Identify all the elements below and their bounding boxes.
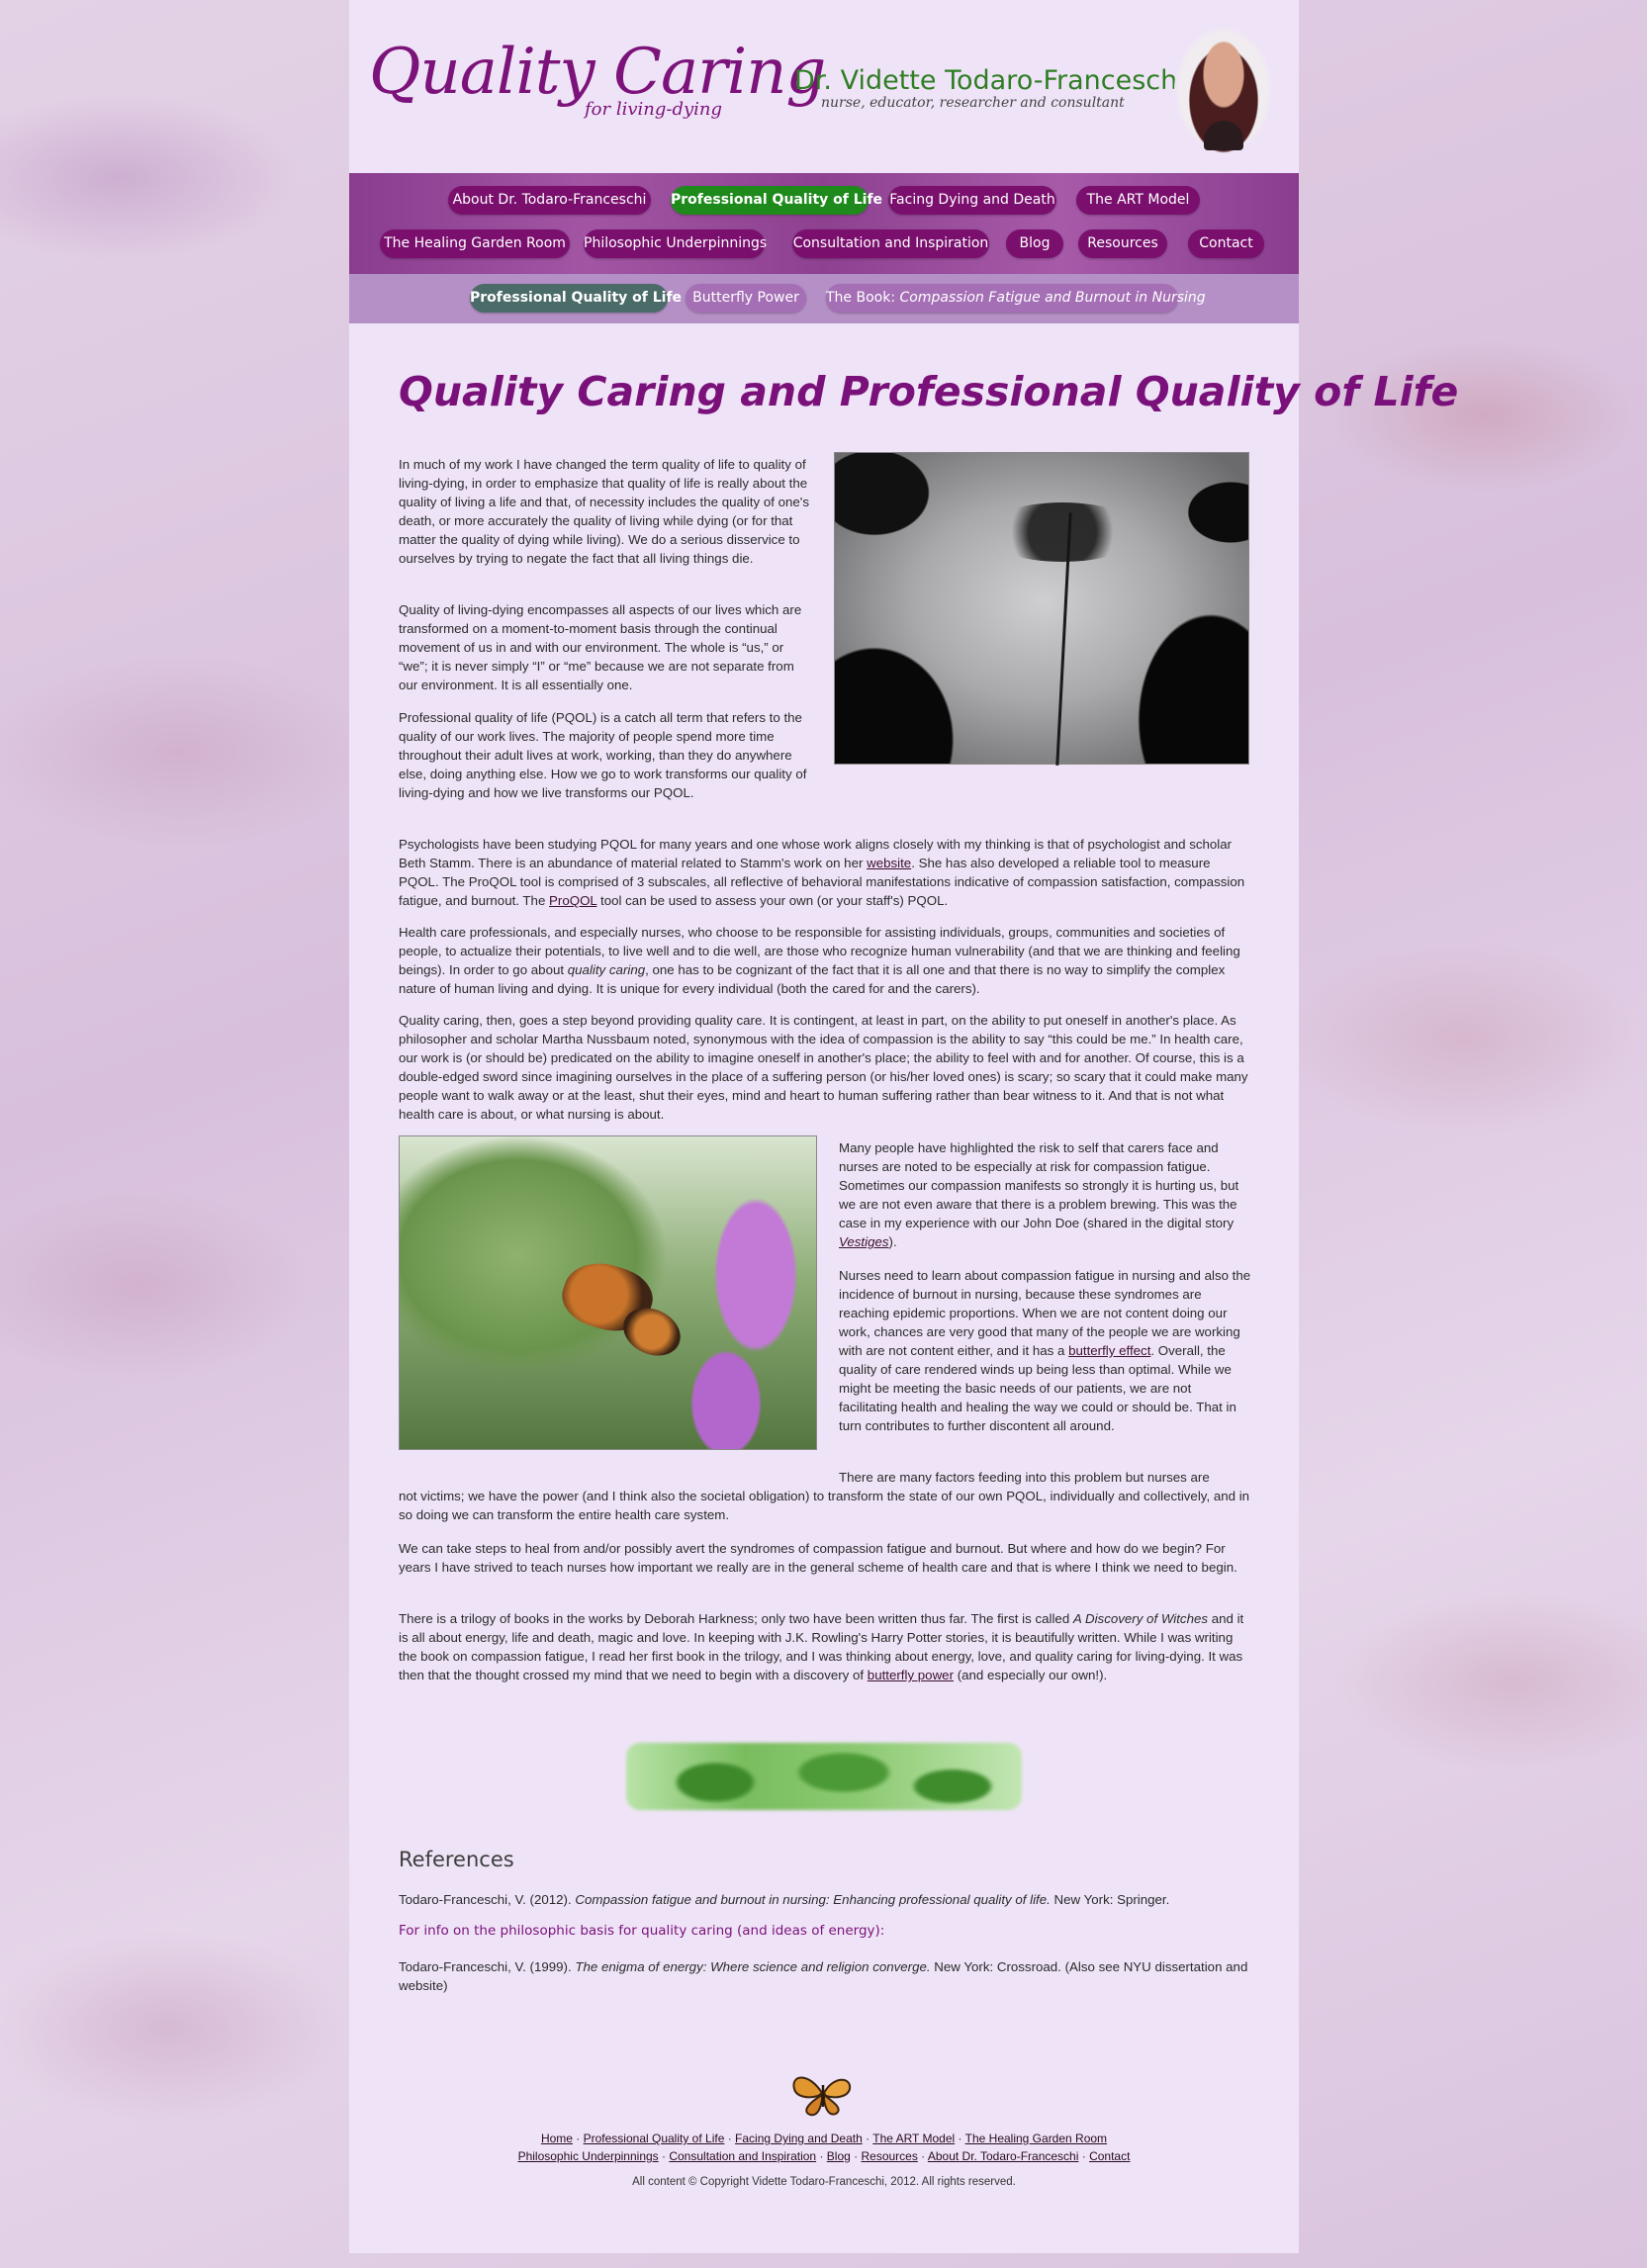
text-span: tool can be used to assess your own (or … [596,893,949,908]
nav-item-philosophic-underpinnings[interactable]: Philosophic Underpinnings [584,229,767,258]
subnav-butterfly-power[interactable]: Butterfly Power [686,284,806,313]
subnav-professional-quality-of-life[interactable]: Professional Quality of Life [470,284,682,313]
separator: · [1078,2149,1090,2163]
text-span: There is a trilogy of books in the works… [399,1611,1073,1626]
text-span: Todaro-Franceschi, V. (2012). [399,1892,576,1907]
subnav-the-book[interactable]: The Book: Compassion Fatigue and Burnout… [826,284,1206,313]
paragraph-take-steps: We can take steps to heal from and/or po… [399,1541,1237,1575]
primary-nav: About Dr. Todaro-Franceschi Professional… [349,173,1299,274]
page-container: Quality Caring for living-dying Dr. Vide… [349,0,1458,2253]
reference-1999: Todaro-Franceschi, V. (1999). The enigma… [399,1957,1251,1995]
separator: · [917,2149,928,2163]
footer-link-resources[interactable]: Resources [861,2149,917,2163]
secondary-nav: Professional Quality of Life Butterfly P… [349,274,1299,323]
copyright-notice: All content © Copyright Vidette Todaro-F… [632,2176,1016,2188]
website-link[interactable]: website [867,856,911,870]
text-span: Todaro-Franceschi, V. (1999). [399,1959,576,1974]
book-title: A Discovery of Witches [1072,1611,1209,1626]
doctor-tagline: nurse, educator, researcher and consulta… [821,95,1125,111]
paragraph-encompasses: Quality of living-dying encompasses all … [399,602,802,692]
leaf-divider-image [626,1743,1022,1810]
emphasis: quality caring [567,962,646,977]
separator: · [862,2132,873,2145]
footer-link-facing-dying-and-death[interactable]: Facing Dying and Death [735,2132,863,2145]
paragraph-quality-of-living-dying: In much of my work I have changed the te… [399,457,809,566]
site-logo-subtitle: for living-dying [585,99,723,120]
nav-item-consultation[interactable]: Consultation and Inspiration [792,229,989,258]
paragraph-nurses-need-to-learn: Nurses need to learn about compassion fa… [839,1266,1252,1435]
separator: · [955,2132,965,2145]
page-title: Quality Caring and Professional Quality … [399,368,1459,415]
paragraph-many-factors-rest: not victims; we have the power (and I th… [399,1489,1250,1522]
nav-item-contact[interactable]: Contact [1188,229,1264,258]
doctor-name: Dr. Vidette Todaro-Franceschi [794,65,1185,96]
paragraph-pqol-definition: Professional quality of life (PQOL) is a… [399,710,807,800]
footer-link-philosophic-underpinnings[interactable]: Philosophic Underpinnings [518,2149,659,2163]
proqol-link[interactable]: ProQOL [549,893,596,908]
vestiges-link[interactable]: Vestiges [839,1234,889,1249]
text-span: ). [888,1234,897,1249]
site-logo[interactable]: Quality Caring [369,36,826,109]
nav-item-professional-quality-of-life[interactable]: Professional Quality of Life [671,186,882,215]
reference-title: The enigma of energy: Where science and … [575,1959,931,1974]
subnav-book-prefix: The Book: [826,290,900,306]
footer-link-professional-quality-of-life[interactable]: Professional Quality of Life [584,2132,725,2145]
paragraph-many-factors-line1: There are many factors feeding into this… [839,1470,1210,1485]
butterfly-power-link[interactable]: butterfly power [868,1668,954,1682]
footer-links-row1: Home · Professional Quality of Life · Fa… [349,2130,1299,2147]
separator: · [724,2132,736,2145]
footer-link-healing-garden-room[interactable]: The Healing Garden Room [965,2132,1107,2145]
text-span: (and especially our own!). [954,1668,1108,1682]
footer-link-art-model[interactable]: The ART Model [872,2132,955,2145]
butterfly-effect-link[interactable]: butterfly effect [1068,1343,1150,1358]
nav-item-facing-dying-and-death[interactable]: Facing Dying and Death [888,186,1056,215]
footer-link-contact[interactable]: Contact [1089,2149,1130,2163]
separator: · [658,2149,670,2163]
footer-links-row2: Philosophic Underpinnings · Consultation… [349,2147,1299,2165]
paragraph-stamm: Psychologists have been studying PQOL fo… [399,835,1251,910]
paragraph-health-care-professionals: Health care professionals, and especiall… [399,923,1251,998]
nav-item-about[interactable]: About Dr. Todaro-Franceschi [448,186,651,215]
separator: · [850,2149,862,2163]
paragraph-quality-caring: Quality caring, then, goes a step beyond… [399,1013,1248,1122]
doctor-portrait [1174,26,1273,154]
nav-item-resources[interactable]: Resources [1078,229,1167,258]
references-heading: References [399,1848,514,1871]
footer-link-consultation[interactable]: Consultation and Inspiration [669,2149,816,2163]
nav-item-art-model[interactable]: The ART Model [1076,186,1200,215]
footer-link-about[interactable]: About Dr. Todaro-Franceschi [928,2149,1079,2163]
text-span: New York: Springer. [1050,1892,1170,1907]
paragraph-trilogy: There is a trilogy of books in the works… [399,1609,1251,1684]
nav-item-healing-garden-room[interactable]: The Healing Garden Room [380,229,570,258]
monarch-butterfly-photo [399,1135,817,1450]
nav-item-blog[interactable]: Blog [1006,229,1063,258]
footer-link-blog[interactable]: Blog [827,2149,851,2163]
butterfly-icon [792,2076,852,2117]
subnav-book-title: Compassion Fatigue and Burnout in Nursin… [899,290,1206,306]
trees-sky-photo [834,452,1249,765]
footer-link-home[interactable]: Home [541,2132,573,2145]
separator: · [572,2132,584,2145]
reference-title: Compassion fatigue and burnout in nursin… [575,1892,1051,1907]
reference-2012: Todaro-Franceschi, V. (2012). Compassion… [399,1890,1251,1909]
separator: · [816,2149,827,2163]
text-span: Many people have highlighted the risk to… [839,1140,1239,1230]
references-note: For info on the philosophic basis for qu… [399,1923,885,1939]
paragraph-risk-to-self: Many people have highlighted the risk to… [839,1138,1252,1251]
